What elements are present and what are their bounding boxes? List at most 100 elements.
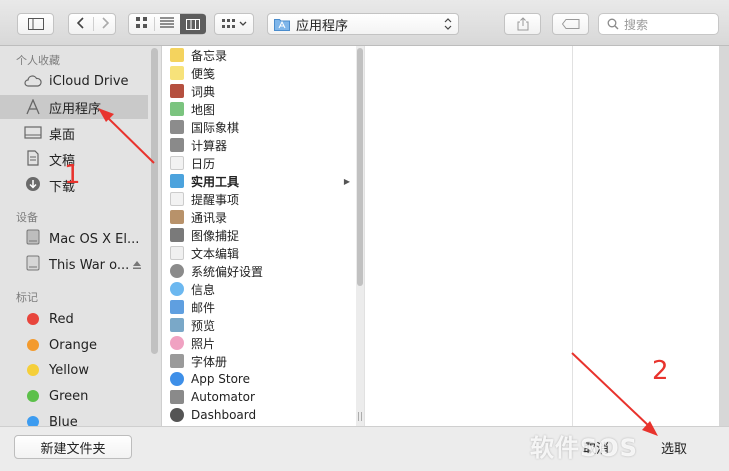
list-view-button[interactable] bbox=[154, 17, 180, 31]
list-item[interactable]: 提醒事项 bbox=[168, 190, 354, 208]
photos-app-icon bbox=[170, 336, 184, 350]
list-item[interactable]: 系统偏好设置 bbox=[168, 262, 354, 280]
sidebar-item-label: Orange bbox=[49, 337, 98, 353]
sidebar-item-tag-yellow[interactable]: Yellow bbox=[0, 358, 148, 382]
sidebar-item-label: Blue bbox=[49, 414, 78, 427]
column-view-button[interactable] bbox=[180, 14, 206, 34]
image-capture-app-icon bbox=[170, 228, 184, 242]
font-book-app-icon bbox=[170, 354, 184, 368]
chevron-down-icon bbox=[239, 21, 246, 26]
chevron-right-icon bbox=[102, 16, 110, 29]
column-scrollbar[interactable] bbox=[357, 48, 363, 286]
automator-app-icon bbox=[170, 390, 184, 404]
applications-folder-icon bbox=[274, 18, 290, 31]
documents-icon bbox=[27, 150, 39, 166]
maps-app-icon bbox=[170, 102, 184, 116]
sidebar-item-tag-red[interactable]: Red bbox=[0, 307, 148, 331]
list-item[interactable]: 国际象棋 bbox=[168, 118, 354, 136]
back-button[interactable] bbox=[69, 16, 93, 32]
sidebar-item-tag-blue[interactable]: Blue bbox=[0, 410, 148, 426]
window-edge bbox=[719, 46, 729, 426]
sidebar-item-icloud-drive[interactable]: iCloud Drive bbox=[0, 69, 148, 93]
list-item[interactable]: 图像捕捉 bbox=[168, 226, 354, 244]
sidebar-item-label: Yellow bbox=[49, 362, 90, 378]
sidebar-item-desktop[interactable]: 桌面 bbox=[0, 121, 148, 145]
sidebar-item-external-disk[interactable]: This War o... bbox=[0, 253, 148, 277]
disk-icon bbox=[26, 255, 40, 271]
search-field[interactable]: 搜索 bbox=[598, 13, 719, 35]
applications-icon bbox=[26, 99, 40, 115]
list-item[interactable]: 词典 bbox=[168, 82, 354, 100]
list-item[interactable]: 计算器 bbox=[168, 136, 354, 154]
applications-column: 备忘录 便笺 词典 地图 国际象棋 计算器 日历 实用工具 ▶ 提醒事项 通讯录 … bbox=[162, 46, 356, 426]
tag-color-dot bbox=[27, 339, 39, 351]
notes-app-icon bbox=[170, 48, 184, 62]
step-2-label: 2 bbox=[652, 356, 669, 386]
list-item[interactable]: Dashboard bbox=[168, 406, 354, 424]
sidebar-item-tag-orange[interactable]: Orange bbox=[0, 333, 148, 357]
sidebar-item-applications[interactable]: 应用程序 bbox=[0, 95, 148, 119]
sidebar-toggle-button[interactable] bbox=[17, 13, 54, 35]
icon-view-button[interactable] bbox=[129, 17, 154, 31]
favorites-section-label: 个人收藏 bbox=[16, 54, 60, 67]
tag-color-dot bbox=[27, 364, 39, 376]
dictionary-app-icon bbox=[170, 84, 184, 98]
list-item[interactable]: 预览 bbox=[168, 316, 354, 334]
tags-section-label: 标记 bbox=[16, 291, 38, 304]
sidebar-scrollbar[interactable] bbox=[151, 48, 158, 354]
back-forward-control bbox=[68, 13, 116, 35]
arrange-menu-button[interactable] bbox=[214, 13, 254, 35]
choose-button[interactable]: 选取 bbox=[648, 435, 700, 459]
list-icon bbox=[160, 17, 174, 28]
sidebar-item-label: Mac OS X El... bbox=[49, 231, 140, 247]
list-item[interactable]: 邮件 bbox=[168, 298, 354, 316]
watermark: 软件SOS bbox=[530, 434, 638, 462]
finder-open-dialog: 应用程序 搜索 个人收藏 iCloud Drive 应用程序 桌面 文稿 下载 … bbox=[0, 0, 729, 471]
list-item[interactable]: 地图 bbox=[168, 100, 354, 118]
calendar-app-icon bbox=[170, 156, 184, 170]
grid-icon bbox=[136, 17, 147, 28]
updown-chevron-icon bbox=[444, 18, 452, 30]
list-item[interactable]: 文本编辑 bbox=[168, 244, 354, 262]
stickies-app-icon bbox=[170, 66, 184, 80]
tag-button[interactable] bbox=[552, 13, 589, 35]
tag-color-dot bbox=[27, 416, 39, 426]
preview-app-icon bbox=[170, 318, 184, 332]
list-item[interactable]: 信息 bbox=[168, 280, 354, 298]
share-icon bbox=[517, 17, 528, 31]
list-item[interactable]: 照片 bbox=[168, 334, 354, 352]
list-item[interactable]: 备忘录 bbox=[168, 46, 354, 64]
sidebar-item-label: iCloud Drive bbox=[49, 73, 129, 89]
desktop-icon bbox=[24, 126, 42, 139]
sidebar-item-tag-green[interactable]: Green bbox=[0, 384, 148, 408]
eject-icon[interactable] bbox=[132, 260, 142, 270]
list-item[interactable]: 字体册 bbox=[168, 352, 354, 370]
path-popup[interactable]: 应用程序 bbox=[267, 13, 459, 35]
list-item[interactable]: Automator bbox=[168, 388, 354, 406]
list-item[interactable]: 便笺 bbox=[168, 64, 354, 82]
cloud-icon bbox=[24, 75, 42, 87]
third-column bbox=[573, 46, 719, 426]
share-button[interactable] bbox=[504, 13, 541, 35]
column-resize-grip[interactable]: || bbox=[357, 412, 363, 422]
sidebar-item-label: This War o... bbox=[49, 257, 130, 273]
list-item[interactable]: 通讯录 bbox=[168, 208, 354, 226]
sidebar: 个人收藏 iCloud Drive 应用程序 桌面 文稿 下载 设备 Mac O… bbox=[0, 46, 162, 426]
new-folder-button[interactable]: 新建文件夹 bbox=[14, 435, 132, 459]
forward-button[interactable] bbox=[93, 16, 117, 32]
chess-app-icon bbox=[170, 120, 184, 134]
arrange-grid-icon bbox=[221, 19, 235, 28]
list-item[interactable]: 日历 bbox=[168, 154, 354, 172]
search-placeholder: 搜索 bbox=[624, 17, 649, 32]
columns-icon bbox=[186, 18, 200, 30]
download-icon bbox=[26, 177, 40, 191]
disk-icon bbox=[26, 229, 40, 245]
list-item-utilities-folder[interactable]: 实用工具 ▶ bbox=[168, 172, 354, 190]
sidebar-item-label: 应用程序 bbox=[49, 101, 102, 117]
sidebar-item-mac-disk[interactable]: Mac OS X El... bbox=[0, 227, 148, 251]
app-store-app-icon bbox=[170, 372, 184, 386]
path-popup-label: 应用程序 bbox=[296, 18, 349, 34]
list-item[interactable]: App Store bbox=[168, 370, 354, 388]
tag-icon bbox=[561, 19, 579, 29]
dashboard-app-icon bbox=[170, 408, 184, 422]
